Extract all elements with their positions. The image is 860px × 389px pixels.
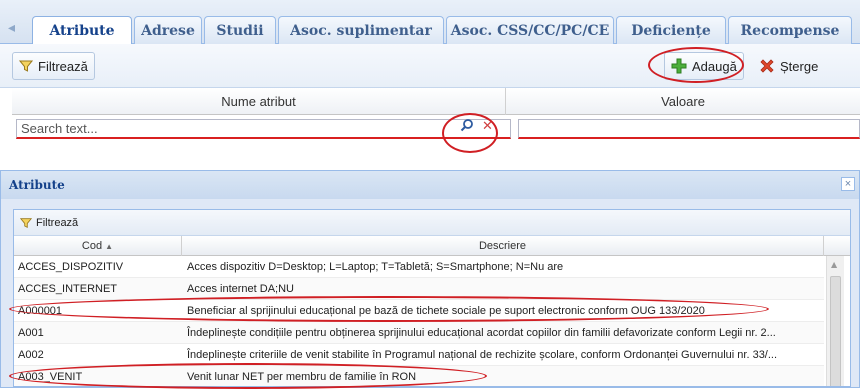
dialog-toolbar: Filtrează bbox=[14, 210, 850, 236]
cell-descriere: Beneficiar al sprijinului educațional pe… bbox=[187, 305, 705, 317]
filter-button-label: Filtrează bbox=[38, 58, 88, 74]
column-header-valoare[interactable]: Valoare bbox=[506, 88, 860, 115]
delete-x-icon bbox=[760, 59, 774, 73]
close-icon[interactable]: × bbox=[841, 177, 855, 191]
dialog-grid-header: Cod ▲ Descriere bbox=[14, 236, 850, 256]
funnel-icon bbox=[19, 60, 33, 72]
dialog-header: Atribute bbox=[1, 171, 859, 199]
vertical-scrollbar[interactable]: ▲ bbox=[826, 256, 844, 386]
atribute-dialog: Atribute × Filtrează Cod ▲ Descriere ACC… bbox=[0, 170, 860, 389]
scrollbar-thumb[interactable] bbox=[830, 276, 841, 386]
cell-cod: A003_VENIT bbox=[18, 371, 83, 383]
dialog-title: Atribute bbox=[9, 178, 65, 192]
tab-scroll-left-icon[interactable]: ◂ bbox=[8, 20, 15, 36]
column-header-nume-atribut[interactable]: Nume atribut bbox=[12, 88, 506, 115]
sort-ascending-icon: ▲ bbox=[105, 242, 114, 251]
dialog-filter-label: Filtrează bbox=[36, 217, 79, 229]
tab-deficiente[interactable]: Deficiențe bbox=[616, 16, 726, 44]
tab-asoc-css[interactable]: Asoc. CSS/CC/PC/CE bbox=[446, 16, 614, 44]
tab-adrese[interactable]: Adrese bbox=[134, 16, 202, 44]
scroll-up-icon[interactable]: ▲ bbox=[831, 260, 837, 269]
table-row[interactable]: A003_VENIT Venit lunar NET per membru de… bbox=[14, 366, 824, 386]
cell-descriere: Acces internet DA;NU bbox=[187, 283, 294, 295]
table-row[interactable]: ACCES_INTERNET Acces internet DA;NU bbox=[14, 278, 824, 300]
delete-button[interactable]: Șterge bbox=[752, 52, 825, 80]
column-header-cod[interactable]: Cod ▲ bbox=[14, 236, 182, 256]
column-header-cod-label: Cod bbox=[81, 240, 103, 252]
cell-descriere: Îndeplinește condițiile pentru obținerea… bbox=[187, 327, 776, 339]
tab-asoc-suplimentar[interactable]: Asoc. suplimentar bbox=[278, 16, 444, 44]
add-button-label: Adaugă bbox=[692, 58, 737, 74]
tab-bar: ◂ Atribute Adrese Studii Asoc. supliment… bbox=[0, 0, 860, 45]
search-input[interactable]: Search text... bbox=[16, 119, 511, 139]
grid-filter-row: Search text... ✕ bbox=[12, 115, 860, 141]
tab-atribute[interactable]: Atribute bbox=[32, 16, 132, 45]
tab-recompense[interactable]: Recompense bbox=[728, 16, 852, 44]
cell-descriere: Venit lunar NET per membru de familie în… bbox=[187, 371, 417, 383]
funnel-icon bbox=[20, 218, 32, 228]
clear-search-icon[interactable]: ✕ bbox=[482, 118, 493, 134]
plus-icon bbox=[671, 58, 687, 74]
main-panel: ◂ Atribute Adrese Studii Asoc. supliment… bbox=[0, 0, 860, 158]
table-row[interactable]: A000001 Beneficiar al sprijinului educaț… bbox=[14, 300, 824, 322]
add-button[interactable]: Adaugă bbox=[664, 52, 744, 80]
dialog-grid: Filtrează Cod ▲ Descriere ACCES_DISPOZIT… bbox=[13, 209, 851, 387]
cell-cod: A002 bbox=[18, 349, 44, 361]
cell-cod: A001 bbox=[18, 327, 44, 339]
value-filter-input[interactable] bbox=[518, 119, 860, 139]
toolbar: Filtrează Adaugă Șterge bbox=[0, 44, 860, 88]
partial-grid-row bbox=[12, 141, 860, 158]
delete-button-label: Șterge bbox=[780, 58, 819, 74]
cell-descriere: Acces dispozitiv D=Desktop; L=Laptop; T=… bbox=[187, 261, 564, 273]
tab-studii[interactable]: Studii bbox=[204, 16, 276, 44]
table-row[interactable]: ACCES_DISPOZITIV Acces dispozitiv D=Desk… bbox=[14, 256, 824, 278]
column-header-descriere[interactable]: Descriere bbox=[182, 236, 824, 256]
cell-cod: A000001 bbox=[18, 305, 63, 317]
table-row[interactable]: A002 Îndeplinește criteriile de venit st… bbox=[14, 344, 824, 366]
search-icon[interactable] bbox=[460, 118, 474, 136]
grid-header: Nume atribut Valoare bbox=[12, 88, 860, 115]
dialog-filter-button[interactable]: Filtrează bbox=[20, 214, 78, 232]
cell-cod: ACCES_DISPOZITIV bbox=[18, 261, 124, 273]
table-row[interactable]: A001 Îndeplinește condițiile pentru obți… bbox=[14, 322, 824, 344]
cell-cod: ACCES_INTERNET bbox=[18, 283, 118, 295]
cell-descriere: Îndeplinește criteriile de venit stabili… bbox=[187, 349, 778, 361]
filter-button[interactable]: Filtrează bbox=[12, 52, 95, 80]
